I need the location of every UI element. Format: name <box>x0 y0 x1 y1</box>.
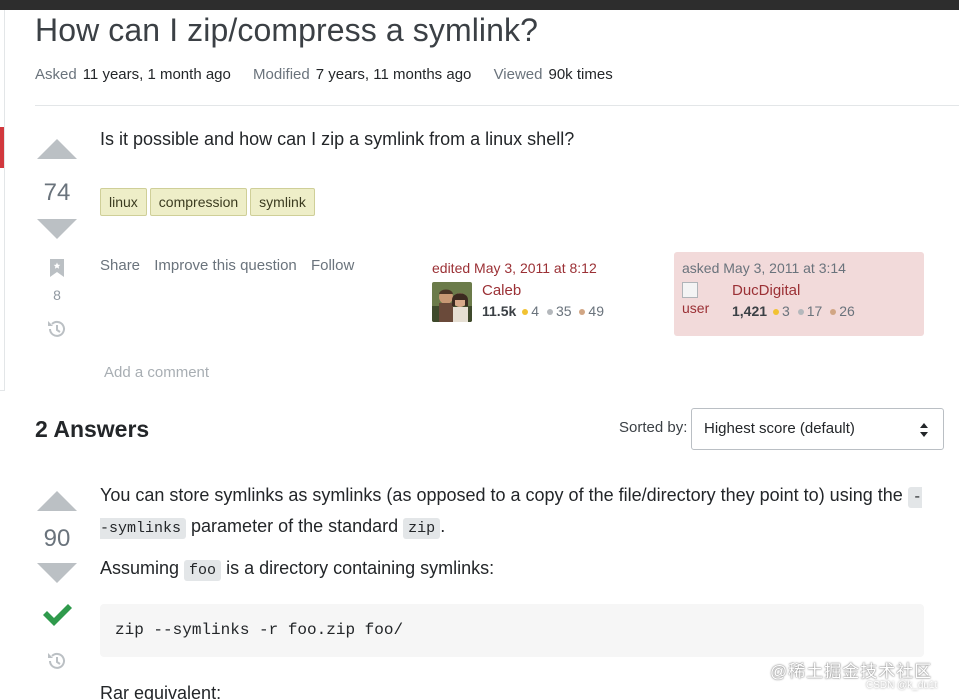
gold-badge-icon <box>773 309 780 315</box>
inline-code: zip <box>403 518 441 539</box>
edited-user-card: edited May 3, 2011 at 8:12 Caleb 11.5k 4 … <box>432 260 662 322</box>
improve-link[interactable]: Improve this question <box>154 257 297 274</box>
answer-paragraph-3: Rar equivalent: <box>100 683 222 700</box>
inline-code: foo <box>184 560 222 581</box>
answers-count-heading: 2 Answers <box>35 416 150 442</box>
history-icon[interactable] <box>45 317 69 341</box>
bookmark-count: 8 <box>53 287 61 303</box>
share-link[interactable]: Share <box>100 257 140 274</box>
answer-vote-column: 90 <box>34 491 80 673</box>
post-menu: Share Improve this question Follow <box>100 257 364 274</box>
asker-bronze: 26 <box>839 303 855 319</box>
answer-vote-count: 90 <box>43 525 71 552</box>
tag-linux[interactable]: linux <box>100 188 147 216</box>
modified-label: Modified <box>253 66 310 83</box>
asker-rep: 1,421 <box>732 303 768 319</box>
viewed-label: Viewed <box>493 66 543 83</box>
asker-reputation: 1,421 3 17 26 <box>732 303 859 319</box>
answer-text: Assuming <box>100 558 180 578</box>
watermark: @稀土掘金技术社区 <box>770 662 933 681</box>
bronze-badge-icon <box>830 309 837 315</box>
question-vote-column: 74 8 <box>34 139 80 341</box>
tag-symlink[interactable]: symlink <box>250 188 315 216</box>
viewed-value: 90k times <box>548 66 613 83</box>
answer-text: is a directory containing symlinks: <box>226 558 495 578</box>
asked-value: 11 years, 1 month ago <box>82 66 231 83</box>
downvote-button[interactable] <box>37 219 77 239</box>
divider <box>0 390 5 391</box>
bookmark-icon[interactable] <box>50 259 64 277</box>
accepted-check-icon <box>40 601 74 629</box>
silver-badge-icon <box>546 309 553 315</box>
editor-reputation: 11.5k 4 35 49 <box>482 303 608 319</box>
sorted-by-label: Sorted by: <box>619 419 688 436</box>
upvote-button[interactable] <box>37 139 77 159</box>
downvote-button[interactable] <box>37 563 77 583</box>
question-body: Is it possible and how can I zip a symli… <box>100 129 575 149</box>
divider <box>35 105 959 106</box>
sort-select[interactable]: Highest score (default) <box>691 408 944 450</box>
follow-link[interactable]: Follow <box>311 257 354 274</box>
answer-paragraph-1: You can store symlinks as symlinks (as o… <box>100 481 930 543</box>
modified-value[interactable]: 7 years, 11 months ago <box>316 66 472 83</box>
editor-gold: 4 <box>531 303 540 319</box>
silver-badge-icon <box>797 309 804 315</box>
editor-rep: 11.5k <box>482 303 517 319</box>
avatar-alt-text: user <box>682 300 710 316</box>
editor-silver: 35 <box>555 303 572 319</box>
asker-name[interactable]: DucDigital <box>732 282 800 299</box>
watermark-sub: CSDN @k_du1t <box>866 680 938 691</box>
question-meta: Asked 11 years, 1 month ago Modified 7 yea… <box>35 66 631 83</box>
select-caret-icon <box>919 422 929 438</box>
broken-image-icon <box>682 282 698 298</box>
tag-list: linux compression symlink <box>100 188 318 216</box>
gold-badge-icon <box>522 309 529 315</box>
left-rule <box>4 10 5 390</box>
avatar[interactable]: user <box>682 282 722 322</box>
top-bar <box>0 0 959 10</box>
asker-user-card: asked May 3, 2011 at 3:14 user DucDigita… <box>674 252 924 336</box>
answer-text: . <box>440 516 446 536</box>
tag-compression[interactable]: compression <box>149 188 248 216</box>
edited-time[interactable]: edited May 3, 2011 at 8:12 <box>432 260 662 276</box>
editor-bronze: 49 <box>588 303 604 319</box>
asker-gold: 3 <box>782 303 790 319</box>
avatar[interactable] <box>432 282 472 322</box>
answer-text: parameter of the standard <box>191 516 399 536</box>
upvote-button[interactable] <box>37 491 77 511</box>
question-vote-count: 74 <box>43 179 71 206</box>
bronze-badge-icon <box>579 309 586 315</box>
history-icon[interactable] <box>45 649 69 673</box>
asker-silver: 17 <box>806 303 823 319</box>
code-block: zip --symlinks -r foo.zip foo/ <box>100 604 924 657</box>
editor-name[interactable]: Caleb <box>482 282 521 299</box>
answer-text: You can store symlinks as symlinks (as o… <box>100 485 903 505</box>
answer-paragraph-2: Assuming foo is a directory containing s… <box>100 558 495 581</box>
question-indicator <box>0 127 4 168</box>
asked-label: Asked <box>35 66 77 83</box>
question-title[interactable]: How can I zip/compress a symlink? <box>35 12 538 49</box>
asked-time: asked May 3, 2011 at 3:14 <box>682 260 846 276</box>
add-comment-link[interactable]: Add a comment <box>104 364 209 381</box>
sort-select-value: Highest score (default) <box>704 420 855 437</box>
